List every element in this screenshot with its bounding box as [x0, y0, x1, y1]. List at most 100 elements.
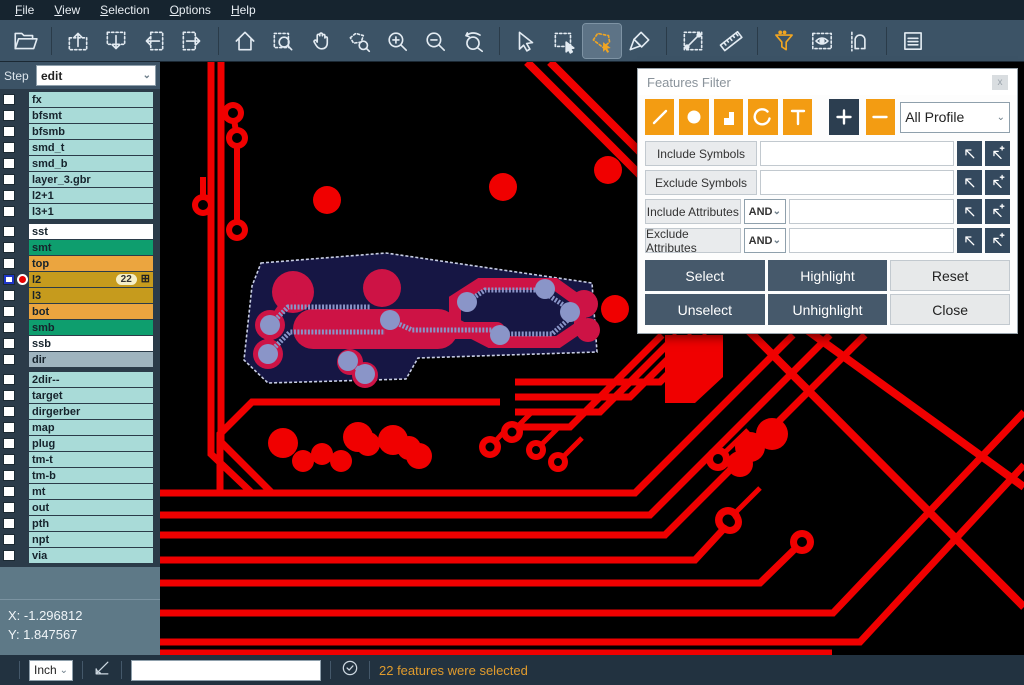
- layer-label[interactable]: smd_t: [29, 140, 153, 155]
- layer-label[interactable]: target: [29, 388, 153, 403]
- layer-row[interactable]: smt: [0, 240, 160, 255]
- layer-row[interactable]: bot: [0, 304, 160, 319]
- layer-label[interactable]: layer_3.gbr: [29, 172, 153, 187]
- dialog-title-bar[interactable]: Features Filter x: [638, 69, 1017, 95]
- layer-checkbox[interactable]: [3, 110, 15, 121]
- layer-row[interactable]: out: [0, 500, 160, 515]
- zoom-previous-icon[interactable]: [454, 24, 492, 58]
- layer-label[interactable]: dirgerber: [29, 404, 153, 419]
- text-feature-icon[interactable]: [783, 99, 812, 135]
- clean-brush-icon[interactable]: [621, 24, 659, 58]
- zoom-polygon-icon[interactable]: [340, 24, 378, 58]
- select-cursor-icon[interactable]: [507, 24, 545, 58]
- remove-filter-icon[interactable]: [866, 99, 895, 135]
- layer-row[interactable]: bfsmb: [0, 124, 160, 139]
- measure-distance-icon[interactable]: [674, 24, 712, 58]
- layers-panel-icon[interactable]: [894, 24, 932, 58]
- view-options-icon[interactable]: [803, 24, 841, 58]
- layer-row[interactable]: smd_t: [0, 140, 160, 155]
- menu-selection[interactable]: Selection: [91, 1, 158, 19]
- add-filter-icon[interactable]: [829, 99, 858, 135]
- layer-label[interactable]: via: [29, 548, 153, 563]
- layer-label[interactable]: dir: [29, 352, 153, 367]
- layer-checkbox[interactable]: [3, 454, 15, 465]
- layer-checkbox[interactable]: [3, 174, 15, 185]
- layer-label[interactable]: npt: [29, 532, 153, 547]
- layer-checkbox[interactable]: [3, 502, 15, 513]
- pick-attribute-icon[interactable]: [957, 199, 982, 224]
- layer-checkbox[interactable]: [3, 486, 15, 497]
- layer-checkbox[interactable]: [3, 258, 15, 269]
- layer-checkbox[interactable]: [3, 470, 15, 481]
- close-button[interactable]: Close: [890, 294, 1010, 325]
- layer-checkbox[interactable]: [3, 354, 15, 365]
- exclude-attributes-button[interactable]: Exclude Attributes: [645, 228, 741, 253]
- unhighlight-button[interactable]: Unhighlight: [768, 294, 888, 325]
- layer-checkbox[interactable]: [3, 534, 15, 545]
- layer-checkbox[interactable]: [3, 306, 15, 317]
- profile-dropdown[interactable]: All Profile ⌄: [900, 102, 1010, 133]
- layer-checkbox[interactable]: [3, 406, 15, 417]
- layer-label[interactable]: l3+1: [29, 204, 153, 219]
- pick-symbol-icon[interactable]: [957, 141, 982, 166]
- layer-row[interactable]: tm-t: [0, 452, 160, 467]
- layer-checkbox[interactable]: [3, 94, 15, 105]
- layer-row[interactable]: fx: [0, 92, 160, 107]
- include-symbols-button[interactable]: Include Symbols: [645, 141, 757, 166]
- layer-checkbox[interactable]: [3, 550, 15, 561]
- open-folder-icon[interactable]: [6, 24, 44, 58]
- layer-label[interactable]: top: [29, 256, 153, 271]
- layer-label[interactable]: smd_b: [29, 156, 153, 171]
- layer-label[interactable]: ssb: [29, 336, 153, 351]
- features-filter-icon[interactable]: [765, 24, 803, 58]
- layer-label[interactable]: tm-b: [29, 468, 153, 483]
- layer-checkbox[interactable]: [3, 242, 15, 253]
- include-attributes-input[interactable]: [789, 199, 954, 224]
- layer-label[interactable]: bfsmt: [29, 108, 153, 123]
- layer-label[interactable]: sst: [29, 224, 153, 239]
- layer-checkbox[interactable]: [3, 518, 15, 529]
- layer-label[interactable]: mt: [29, 484, 153, 499]
- layer-row[interactable]: dir: [0, 352, 160, 367]
- layer-row-l2-selected[interactable]: l222⊞: [0, 272, 160, 287]
- pan-up-icon[interactable]: [59, 24, 97, 58]
- layer-row[interactable]: sst: [0, 224, 160, 239]
- layer-row[interactable]: map: [0, 420, 160, 435]
- layer-row[interactable]: l3: [0, 288, 160, 303]
- pick-add-attribute-icon[interactable]: [985, 199, 1010, 224]
- layer-row[interactable]: via: [0, 548, 160, 563]
- select-button[interactable]: Select: [645, 260, 765, 291]
- layer-checkbox[interactable]: [3, 338, 15, 349]
- layer-row[interactable]: dirgerber: [0, 404, 160, 419]
- select-polygon-icon[interactable]: [583, 24, 621, 58]
- include-attributes-button[interactable]: Include Attributes: [645, 199, 741, 224]
- layer-row[interactable]: top: [0, 256, 160, 271]
- layer-checkbox[interactable]: [3, 374, 15, 385]
- layer-row[interactable]: smb: [0, 320, 160, 335]
- layer-checkbox[interactable]: [3, 290, 15, 301]
- layer-checkbox[interactable]: [3, 126, 15, 137]
- layer-row[interactable]: bfsmt: [0, 108, 160, 123]
- layer-checkbox[interactable]: [3, 142, 15, 153]
- layer-checkbox[interactable]: [3, 422, 15, 433]
- layer-label[interactable]: 2dir--: [29, 372, 153, 387]
- layer-label[interactable]: out: [29, 500, 153, 515]
- layer-checkbox[interactable]: [3, 390, 15, 401]
- pan-down-icon[interactable]: [97, 24, 135, 58]
- zoom-window-icon[interactable]: [264, 24, 302, 58]
- layer-checkbox[interactable]: [3, 226, 15, 237]
- units-dropdown[interactable]: Inch ⌄: [29, 660, 73, 681]
- layer-row[interactable]: mt: [0, 484, 160, 499]
- exclude-symbols-button[interactable]: Exclude Symbols: [645, 170, 757, 195]
- layer-checkbox[interactable]: [3, 158, 15, 169]
- layer-checkbox[interactable]: [3, 274, 15, 285]
- pan-right-icon[interactable]: [173, 24, 211, 58]
- menu-view[interactable]: View: [45, 1, 89, 19]
- measure-angle-icon[interactable]: [92, 658, 112, 683]
- surface-feature-icon[interactable]: [714, 99, 743, 135]
- measure-ruler-icon[interactable]: [712, 24, 750, 58]
- layer-label[interactable]: smb: [29, 320, 153, 335]
- layer-checkbox[interactable]: [3, 206, 15, 217]
- command-input[interactable]: [131, 660, 321, 681]
- exclude-attributes-input[interactable]: [789, 228, 954, 253]
